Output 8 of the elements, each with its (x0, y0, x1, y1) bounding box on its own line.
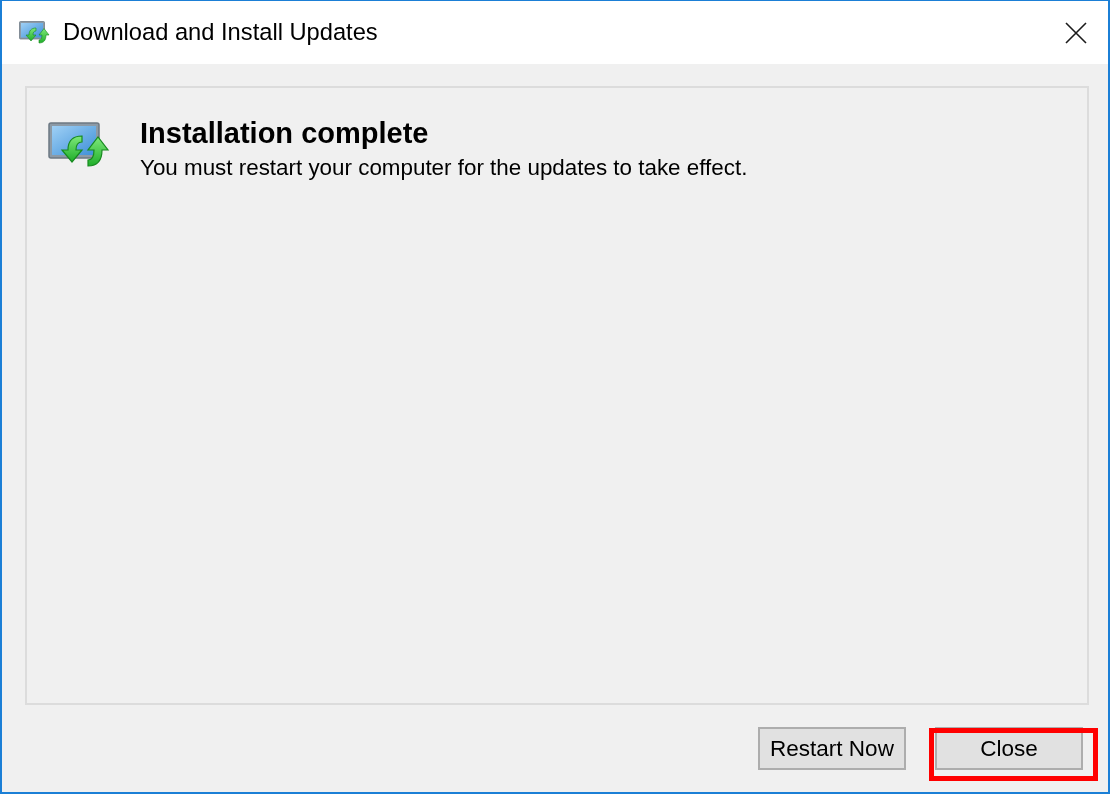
dialog-button[interactable]: Close (935, 727, 1083, 770)
close-button[interactable] (1064, 20, 1088, 45)
window-title: Download and Install Updates (63, 19, 378, 46)
status-message: You must restart your computer for the updates to take effect. (140, 155, 748, 181)
dialog-button[interactable]: Restart Now (758, 727, 906, 770)
close-icon (1065, 21, 1087, 44)
monitor-arrows-icon (19, 21, 52, 44)
status-heading: Installation complete (140, 116, 430, 150)
